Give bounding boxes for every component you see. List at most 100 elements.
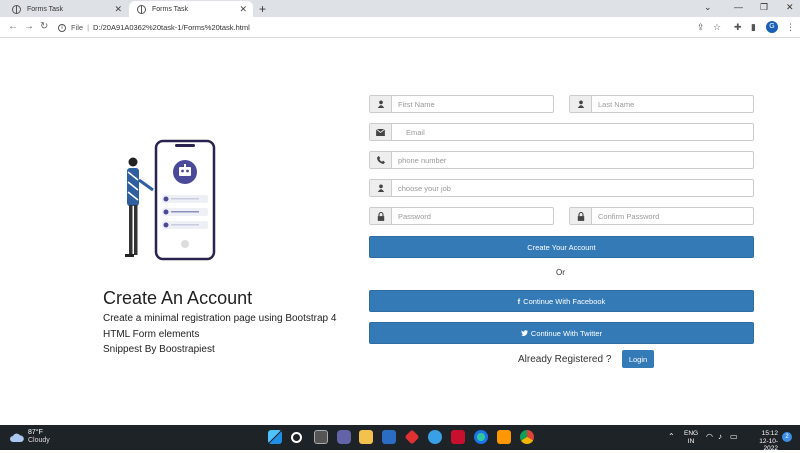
description-line: Create a minimal registration page using…: [103, 313, 337, 324]
sublime-text-icon[interactable]: [497, 430, 511, 444]
close-icon[interactable]: ✕: [239, 4, 247, 15]
first-name-field: [369, 95, 554, 113]
search-icon[interactable]: [291, 432, 302, 443]
description-line: Snippest By Boostrapiest: [103, 344, 215, 355]
region-code: IN: [687, 437, 695, 445]
weather-temperature: 87°F: [28, 429, 43, 436]
login-label: Login: [628, 354, 648, 364]
twitter-button[interactable]: Continue With Twitter: [369, 322, 754, 344]
confirm-password-input[interactable]: [592, 208, 753, 224]
store-icon[interactable]: [382, 430, 396, 444]
volume-icon[interactable]: ♪: [718, 432, 722, 441]
chrome-icon[interactable]: [520, 430, 534, 444]
person-head: [128, 157, 138, 167]
chevron-down-icon[interactable]: ⌄: [704, 2, 712, 13]
password-input[interactable]: [392, 208, 553, 224]
language-indicator[interactable]: ENG IN: [684, 430, 698, 445]
last-name-input[interactable]: [592, 96, 753, 112]
phone-notch: [175, 144, 195, 147]
twitter-label: Continue With Twitter: [530, 328, 603, 338]
chevron-up-icon[interactable]: ⌃: [668, 432, 675, 441]
maximize-icon[interactable]: ❐: [760, 2, 768, 13]
tab-title: Forms Task: [152, 5, 189, 13]
twitter-icon: [520, 330, 528, 336]
cloud-icon: [10, 433, 24, 442]
already-registered-text: Already Registered ?: [518, 354, 612, 365]
mcafee-icon[interactable]: [451, 430, 465, 444]
window-close-icon[interactable]: ✕: [786, 2, 794, 13]
phone-person-illustration: [125, 139, 216, 261]
menu-icon[interactable]: ⋮: [786, 22, 795, 33]
phone-icon: [370, 152, 392, 168]
create-account-button[interactable]: Create Your Account: [369, 236, 754, 258]
profile-avatar[interactable]: G: [766, 21, 778, 33]
back-icon[interactable]: ←: [8, 21, 18, 32]
url-field[interactable]: i File | D:/20A91A0362%20task-1/Forms%20…: [58, 20, 698, 35]
anydesk-icon[interactable]: [404, 429, 420, 445]
new-tab-icon[interactable]: +: [259, 2, 266, 16]
url-text: D:/20A91A0362%20task-1/Forms%20task.html: [93, 23, 250, 32]
star-icon[interactable]: ☆: [713, 22, 721, 33]
globe-icon: [12, 4, 21, 14]
close-icon[interactable]: ✕: [114, 4, 122, 15]
person-leg-left: [129, 205, 133, 255]
clock-time: 15:12: [761, 430, 778, 437]
battery-icon[interactable]: ▭: [730, 432, 738, 441]
facebook-button[interactable]: f Continue With Facebook: [369, 290, 754, 312]
login-button[interactable]: Login: [622, 350, 654, 368]
app-icon[interactable]: [428, 430, 442, 444]
url-scheme-label: File: [71, 23, 84, 32]
tab-forms-task-2[interactable]: Forms Task ✕: [129, 1, 253, 17]
email-input[interactable]: [392, 124, 753, 140]
page-description: Create a minimal registration page using…: [103, 311, 343, 358]
job-input[interactable]: [392, 180, 753, 196]
task-view-icon[interactable]: [314, 430, 328, 444]
wifi-icon[interactable]: ◠: [706, 432, 713, 441]
clock-date: 12-10-2022: [759, 437, 778, 453]
description-line: HTML Form elements: [103, 328, 200, 340]
phone-field: [369, 151, 754, 169]
lock-icon: [570, 208, 592, 224]
envelope-icon: [370, 124, 392, 140]
person-arm: [138, 178, 154, 192]
edge-icon[interactable]: [474, 430, 488, 444]
password-field: [369, 207, 554, 225]
weather-condition: Cloudy: [28, 437, 50, 444]
lock-icon: [370, 208, 392, 224]
teams-icon[interactable]: [337, 430, 351, 444]
or-divider-text: Or: [556, 268, 565, 277]
share-icon[interactable]: ⇪: [697, 22, 705, 33]
person-shoe: [125, 254, 134, 257]
facebook-icon: f: [517, 296, 521, 306]
facebook-label: Continue With Facebook: [523, 296, 606, 306]
email-field: [369, 123, 754, 141]
url-separator: |: [87, 23, 90, 32]
person-leg-right: [134, 205, 138, 255]
minimize-icon[interactable]: —: [734, 2, 743, 12]
reload-icon[interactable]: ↻: [40, 21, 48, 32]
side-panel-icon[interactable]: ▮: [751, 22, 756, 33]
user-icon: [570, 96, 592, 112]
tab-forms-task-1[interactable]: Forms Task ✕: [4, 1, 128, 17]
address-bar: ← → ↻ i File | D:/20A91A0362%20task-1/Fo…: [0, 17, 800, 38]
info-icon[interactable]: i: [58, 23, 66, 32]
page-title: Create An Account: [103, 288, 253, 308]
job-field: [369, 179, 754, 197]
clock[interactable]: 15:12 12-10-2022: [746, 430, 778, 453]
notification-badge[interactable]: 2: [782, 432, 792, 442]
user-icon: [370, 180, 392, 196]
confirm-password-field: [569, 207, 754, 225]
extensions-icon[interactable]: ✚: [734, 22, 742, 33]
taskbar: 87°F Cloudy ⌃ ENG IN ◠ ♪ ▭ 15:12 12-10-2…: [0, 425, 800, 453]
user-icon: [370, 96, 392, 112]
create-account-label: Create Your Account: [527, 242, 596, 252]
windows-start-icon[interactable]: [268, 430, 282, 444]
last-name-field: [569, 95, 754, 113]
robot-face: [179, 167, 191, 176]
forward-icon[interactable]: →: [24, 21, 34, 32]
weather-widget[interactable]: 87°F Cloudy: [10, 429, 50, 445]
file-explorer-icon[interactable]: [359, 430, 373, 444]
first-name-input[interactable]: [392, 96, 553, 112]
tab-title: Forms Task: [27, 5, 64, 13]
phone-input[interactable]: [392, 152, 753, 168]
